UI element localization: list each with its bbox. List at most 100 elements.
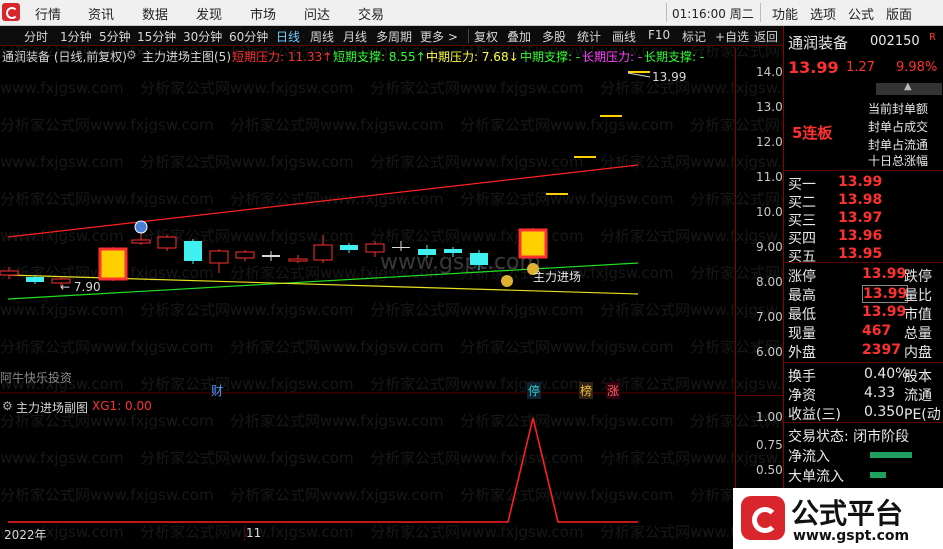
price-axis: 14.00 13.00 12.00 11.00 10.00 9.00 8.00 … (735, 47, 790, 527)
candle-body (418, 249, 436, 255)
stat-right-label: 总量 (904, 326, 932, 342)
menu-market[interactable]: 市场 (250, 4, 276, 23)
book-level-price: 13.97 (838, 210, 883, 226)
stat-label: 最高 (788, 288, 816, 304)
chevron-up-icon: ▲ (904, 81, 912, 92)
board-info-line: 当前封单额 (868, 102, 929, 116)
menu-wenda[interactable]: 问达 (304, 4, 330, 23)
menu-data[interactable]: 数据 (142, 4, 168, 23)
tool-overlay[interactable]: 叠加 (507, 28, 531, 45)
sub-axis-tick: 1.00 (756, 410, 783, 424)
price-tick: 9.00 (756, 240, 783, 254)
tool-f10[interactable]: F10 (648, 28, 670, 42)
sub-formula-gear-icon[interactable]: ⚙ (2, 399, 13, 413)
menu-layout[interactable]: 版面 (886, 4, 912, 23)
marker-rise[interactable]: 涨 (606, 382, 621, 399)
consecutive-limit-tag: 5连板 (792, 124, 833, 142)
panel-divider (784, 262, 943, 263)
candle-body (392, 247, 410, 248)
main-formula-name[interactable]: 主力进场主图(5) (142, 48, 231, 65)
marker-limit-stop[interactable]: 停 (527, 382, 542, 399)
time-axis-month: 11 (246, 526, 262, 540)
tool-draw[interactable]: 画线 (612, 28, 636, 45)
stat-label: 外盘 (788, 345, 816, 361)
stat-label: 涨停 (788, 269, 816, 285)
stat-label: 换手 (788, 369, 816, 385)
tool-back[interactable]: 返回 (754, 28, 778, 45)
stat-right-label: 内盘 (904, 345, 932, 361)
menu-function[interactable]: 功能 (772, 4, 798, 23)
stock-name: 通润装备 (788, 34, 849, 52)
candle-body (157, 236, 177, 249)
brand-logo-icon (741, 496, 785, 540)
menu-options[interactable]: 选项 (810, 4, 836, 23)
period-1min[interactable]: 1分钟 (60, 28, 92, 45)
price-tick: 8.00 (756, 275, 783, 289)
panel-divider (784, 422, 943, 423)
tool-multistock[interactable]: 多股 (542, 28, 566, 45)
sub-axis-tick: 0.75 (756, 438, 783, 452)
period-30min[interactable]: 30分钟 (183, 28, 222, 45)
tool-add-watchlist[interactable]: +自选 (715, 28, 749, 45)
menu-separator (666, 3, 667, 22)
price-tick: 6.00 (756, 345, 783, 359)
marker-finance[interactable]: 财 (211, 382, 223, 399)
formula-gear-icon[interactable]: ⚙ (126, 48, 137, 62)
menu-news[interactable]: 资讯 (88, 4, 114, 23)
expand-toggle[interactable]: ▲ (876, 81, 942, 95)
net-inflow-bar (870, 452, 912, 458)
period-5min[interactable]: 5分钟 (99, 28, 131, 45)
sub-chart-title-line: ⚙ 主力进场副图 XG1: 0.00 (0, 398, 735, 416)
book-level-price: 13.98 (838, 192, 883, 208)
menu-formula[interactable]: 公式 (848, 4, 874, 23)
brand-badge: 公式平台 www.gspt.com (733, 488, 943, 549)
stat-value: 2397 (862, 342, 901, 358)
candle-body (131, 239, 151, 244)
menu-trade[interactable]: 交易 (358, 4, 384, 23)
menu-discover[interactable]: 发现 (196, 4, 222, 23)
marker-rank[interactable]: 榜 (579, 382, 594, 399)
period-more[interactable]: 更多 > (420, 28, 458, 45)
tool-stats[interactable]: 统计 (577, 28, 601, 45)
candle-body (26, 277, 44, 282)
stat-right-label: PE(动 (904, 407, 941, 423)
period-monthly[interactable]: 月线 (343, 28, 367, 45)
sub-formula-name[interactable]: 主力进场副图 (16, 399, 88, 416)
candle-body (184, 241, 202, 261)
period-fenshi[interactable]: 分时 (24, 28, 48, 45)
kline-main-chart[interactable]: 13.99 ← 7.90 主力进场 阿牛快乐投资 (0, 65, 735, 395)
period-toolbar: 分时 1分钟 5分钟 15分钟 30分钟 60分钟 日线 周线 月线 多周期 更… (0, 26, 783, 46)
period-daily[interactable]: 日线 (276, 28, 300, 45)
bookmark-r-icon[interactable]: R (929, 32, 936, 43)
candle-body (209, 250, 229, 264)
price-tick: 7.00 (756, 310, 783, 324)
period-weekly[interactable]: 周线 (310, 28, 334, 45)
sub-indicator-chart[interactable] (0, 416, 735, 526)
mid-support: 中期支撑: - (520, 50, 581, 64)
stat-right-label: 流通 (904, 388, 932, 404)
tool-fuquan[interactable]: 复权 (474, 28, 498, 45)
period-15min[interactable]: 15分钟 (137, 28, 176, 45)
stat-value: 13.99 (862, 266, 907, 282)
brand-name: 公式平台 (791, 497, 904, 530)
stock-code: 002150 (870, 34, 920, 49)
money-bag-icon[interactable] (501, 275, 513, 287)
board-info-line: 封单占流通 (868, 138, 929, 152)
trade-status: 交易状态: 闭市阶段 (788, 429, 910, 445)
board-info-line: 十日总涨幅 (868, 154, 929, 168)
tool-mark[interactable]: 标记 (682, 28, 706, 45)
stat-label: 现量 (788, 326, 816, 342)
book-level-price: 13.96 (838, 228, 883, 244)
top-menu-bar: 行情 资讯 数据 发现 市场 问达 交易 01:16:00 周二 功能 选项 公… (0, 0, 943, 26)
candle-body (470, 253, 488, 265)
event-marker-icon[interactable] (134, 220, 148, 234)
stat-right-label: 跌停 (904, 269, 932, 285)
stat-right-label: 股本 (904, 369, 932, 385)
period-multi[interactable]: 多周期 (376, 28, 412, 45)
sub-axis-tick: 0.50 (756, 463, 783, 477)
high-label-pointer (627, 72, 651, 78)
xg1-signal-line (8, 417, 638, 523)
stat-label: 收益(三) (788, 407, 841, 423)
period-60min[interactable]: 60分钟 (229, 28, 268, 45)
menu-quotes[interactable]: 行情 (35, 4, 61, 23)
